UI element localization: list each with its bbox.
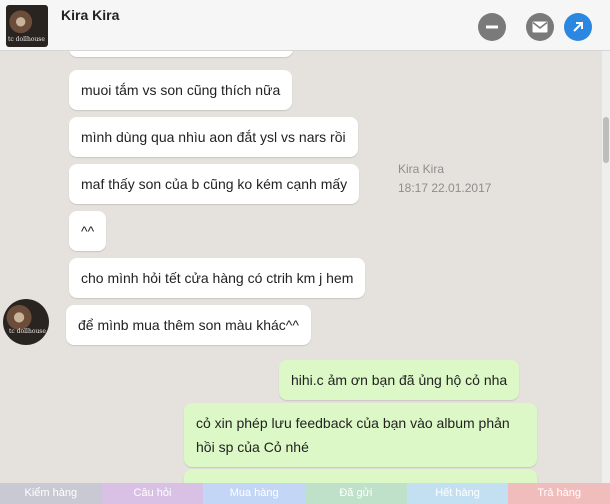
message-timestamp: 18:17 22.01.2017 — [398, 181, 492, 195]
message-text: maf thấy son của b cũng ko kém cạnh mấy — [81, 176, 348, 192]
mail-button[interactable] — [526, 13, 554, 41]
message-bubble[interactable]: mình dùng qua nhìu aon đắt ysl vs nars r… — [69, 117, 358, 157]
label-tabs: Kiểm hàng Câu hỏi Mua hàng Đã gửi Hết hà… — [0, 483, 610, 504]
contact-avatar-chat[interactable]: tc dollhouse — [3, 299, 49, 345]
mail-icon — [532, 21, 548, 33]
message-bubble[interactable]: maf thấy son của b cũng ko kém cạnh mấy — [69, 164, 360, 204]
open-in-new-button[interactable] — [564, 13, 592, 41]
message-text: để mìnb mua thêm son màu khác^^ — [78, 317, 299, 333]
tab-kiem-hang[interactable]: Kiểm hàng — [0, 483, 102, 504]
tab-tra-hang[interactable]: Trả hàng — [508, 483, 610, 504]
tab-mua-hang[interactable]: Mua hàng — [203, 483, 306, 504]
avatar-watermark: tc dollhouse — [8, 36, 45, 43]
chat-scrollbar[interactable] — [602, 51, 610, 483]
message-sender: Kira Kira — [398, 162, 445, 176]
minus-circle-icon — [486, 25, 498, 29]
message-bubble-partial — [69, 51, 293, 57]
tab-het-hang[interactable]: Hết hàng — [406, 483, 509, 504]
minimize-button[interactable] — [478, 13, 506, 41]
message-bubble[interactable]: ^^ — [69, 211, 107, 251]
tab-da-gui[interactable]: Đã gửi — [305, 483, 407, 504]
message-bubble[interactable]: để mìnb mua thêm son màu khác^^ — [66, 305, 311, 345]
message-bubble[interactable]: muoi tắm vs son cũng thích nữa — [69, 70, 293, 110]
contact-name[interactable]: Kira Kira — [61, 7, 119, 23]
chat-area[interactable]: muoi tắm vs son cũng thích nữa mình dùng… — [0, 51, 602, 483]
tab-cau-hoi[interactable]: Câu hỏi — [101, 483, 204, 504]
message-bubble-sent[interactable]: hihi.c ảm ơn bạn đã ủng hộ cỏ nha — [279, 360, 520, 400]
contact-avatar[interactable]: tc dollhouse — [6, 5, 48, 47]
message-bubble-sent[interactable]: cỏ xin phép lưu feedback của bạn vào alb… — [184, 403, 537, 467]
chat-header: tc dollhouse Kira Kira — [0, 0, 610, 51]
message-text: cho mình hỏi tết cửa hàng có ctrih km j … — [81, 270, 354, 286]
message-text: ^^ — [81, 223, 95, 239]
message-text: muoi tắm vs son cũng thích nữa — [81, 82, 281, 98]
message-text: cỏ xin phép lưu feedback của bạn vào alb… — [196, 415, 510, 455]
message-bubble-partial — [184, 469, 537, 483]
message-meta: Kira Kira 18:17 22.01.2017 — [398, 162, 491, 195]
message-text: hihi.c ảm ơn bạn đã ủng hộ cỏ nha — [291, 372, 508, 388]
message-text: mình dùng qua nhìu aon đắt ysl vs nars r… — [81, 129, 346, 145]
arrow-up-right-icon — [573, 22, 583, 32]
scrollbar-thumb[interactable] — [603, 117, 609, 163]
message-bubble[interactable]: cho mình hỏi tết cửa hàng có ctrih km j … — [69, 258, 366, 298]
avatar-watermark: tc dollhouse — [9, 328, 46, 335]
